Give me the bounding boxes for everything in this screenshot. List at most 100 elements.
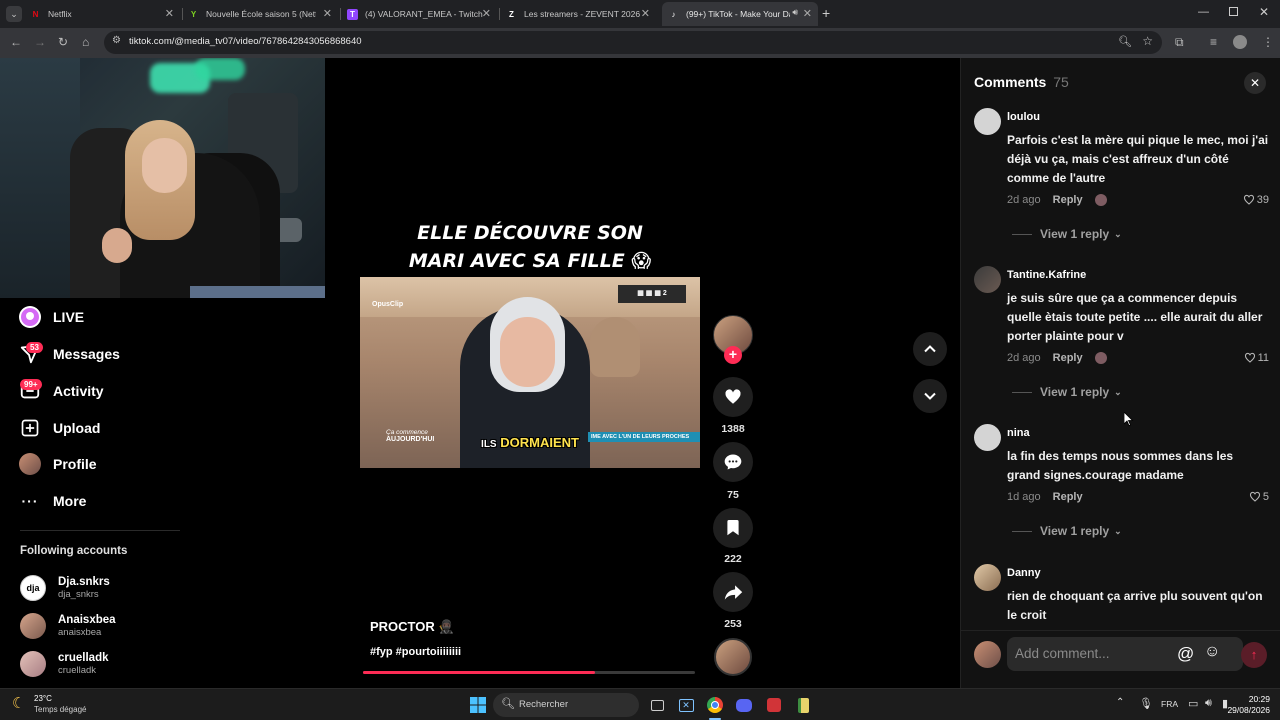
mention-icon[interactable]: @ <box>1177 644 1194 664</box>
audio-playing-icon[interactable]: 🔊︎ <box>792 7 798 18</box>
comment-button[interactable] <box>713 442 753 482</box>
volume-icon[interactable]: 🔊︎ <box>1205 697 1212 710</box>
chrome-app-icon[interactable] <box>706 696 724 714</box>
tab-zevent[interactable]: Z Les streamers - ZEVENT 2026 ✕ <box>506 2 656 26</box>
comment-username[interactable]: nina <box>1007 427 1030 439</box>
microphone-icon[interactable]: 🎙︎ <box>1139 697 1153 710</box>
chevron-down-icon <box>924 392 936 400</box>
following-account[interactable]: dja Dja.snkrs dja_snkrs <box>20 573 110 603</box>
office-app-icon[interactable] <box>765 696 783 714</box>
nav-more[interactable]: ··· More <box>18 488 87 514</box>
tab-search-button[interactable]: ⌄ <box>6 6 22 22</box>
network-icon[interactable]: ▭ <box>1188 697 1198 710</box>
profile-avatar-icon[interactable] <box>1233 35 1247 49</box>
keyboard-language[interactable]: FRA <box>1161 699 1178 709</box>
emoji-icon[interactable]: ☺ <box>1204 643 1220 661</box>
close-comments-button[interactable]: ✕ <box>1244 72 1266 94</box>
follow-plus-icon[interactable]: + <box>724 346 742 364</box>
tab-nouvelle-ecole[interactable]: Y Nouvelle École saison 5 (Netflix ✕ <box>188 2 338 26</box>
comment-avatar[interactable] <box>974 108 1001 135</box>
video-subtitle: ILS DORMAIENT <box>360 435 700 450</box>
weather-description[interactable]: Temps dégagé <box>34 705 86 714</box>
tab-netflix[interactable]: N Netflix ✕ <box>30 2 180 26</box>
more-icon: ··· <box>21 493 39 509</box>
tab-twitch[interactable]: T (4) VALORANT_EMEA - Twitch ✕ <box>347 2 497 26</box>
next-video-button[interactable] <box>913 379 947 413</box>
nav-upload[interactable]: Upload <box>18 415 100 441</box>
notepad-app-icon[interactable] <box>794 696 812 714</box>
sound-disc-avatar[interactable] <box>714 638 752 676</box>
browser-menu-icon[interactable]: ⋮ <box>1262 35 1274 49</box>
view-replies-button[interactable]: View 1 reply ⌄ <box>1012 227 1122 241</box>
comment-like-button[interactable]: 11 <box>1244 352 1269 364</box>
comment-input-placeholder: Add comment... <box>1015 646 1110 661</box>
close-tab-icon[interactable]: ✕ <box>803 7 812 20</box>
comment-avatar[interactable] <box>974 424 1001 451</box>
close-tab-icon[interactable]: ✕ <box>165 7 174 20</box>
comment-username[interactable]: Tantine.Kafrine <box>1007 269 1086 281</box>
minimize-window-icon[interactable]: — <box>1198 6 1209 18</box>
address-bar[interactable]: ⚙︎ tiktok.com/@media_tv07/video/76786428… <box>104 31 1162 54</box>
comment-input[interactable]: Add comment... @ ☺ <box>1007 637 1243 671</box>
video-frame[interactable]: OpusClip ▦ ▦ ▦ 2 Ça commence AUJOURD'HUI… <box>360 277 700 468</box>
account-handle: anaisxbea <box>58 627 102 638</box>
comment-avatar[interactable] <box>974 266 1001 293</box>
comment-like-button[interactable]: 5 <box>1249 491 1269 503</box>
close-tab-icon[interactable]: ✕ <box>482 7 491 20</box>
comment-like-button[interactable]: 39 <box>1243 194 1269 206</box>
like-button[interactable] <box>713 377 753 417</box>
netflix-favicon-icon: N <box>32 9 39 19</box>
back-icon[interactable]: ← <box>10 35 22 49</box>
media-controls-icon[interactable]: ≡ <box>1210 35 1217 49</box>
search-icon: 🔍︎ <box>501 698 515 710</box>
xbox-app-icon[interactable]: ✕ <box>677 696 695 714</box>
view-replies-button[interactable]: View 1 reply ⌄ <box>1012 524 1122 538</box>
account-handle: dja_snkrs <box>58 589 99 600</box>
maximize-window-icon[interactable] <box>1229 7 1238 16</box>
close-icon: ✕ <box>1249 76 1261 90</box>
reply-button[interactable]: Reply <box>1053 194 1083 206</box>
nav-live[interactable]: LIVE <box>18 304 84 330</box>
weather-moon-icon[interactable]: ☾ <box>12 694 25 712</box>
weather-temperature[interactable]: 23°C <box>34 694 52 703</box>
extensions-icon[interactable]: ⧉ <box>1175 35 1184 50</box>
comment-avatar[interactable] <box>974 564 1001 591</box>
post-comment-button[interactable]: ↑ <box>1241 642 1267 668</box>
view-replies-button[interactable]: View 1 reply ⌄ <box>1012 385 1122 399</box>
new-tab-button[interactable]: + <box>822 5 830 21</box>
home-icon[interactable]: ⌂ <box>82 35 89 49</box>
reply-button[interactable]: Reply <box>1053 352 1083 364</box>
tab-tiktok-active[interactable]: ♪ (99+) TikTok - Make Your Da 🔊︎ ✕ <box>662 2 818 26</box>
video-hashtags[interactable]: #fyp #pourtoiiiiiiii <box>370 646 461 658</box>
clock-time[interactable]: 20:29 <box>1246 694 1270 704</box>
windows-start-icon[interactable] <box>469 696 487 714</box>
task-view-icon[interactable] <box>648 696 666 714</box>
view-replies-label: View 1 reply <box>1040 227 1110 241</box>
video-author[interactable]: PROCTOR 🥷🏿 <box>370 619 455 635</box>
zoom-icon[interactable]: 🔍︎ <box>1118 35 1132 48</box>
clock-date[interactable]: 29/08/2026 <box>1226 705 1270 715</box>
comment-username[interactable]: Danny <box>1007 567 1041 579</box>
previous-video-button[interactable] <box>913 332 947 366</box>
close-tab-icon[interactable]: ✕ <box>641 7 650 20</box>
url-text[interactable]: tiktok.com/@media_tv07/video/76786428430… <box>129 36 362 47</box>
video-progress-track[interactable] <box>363 671 695 674</box>
site-info-icon[interactable]: ⚙︎ <box>112 35 121 46</box>
bookmark-star-icon[interactable]: ☆ <box>1142 34 1153 48</box>
following-account[interactable]: Anaisxbea anaisxbea <box>20 611 116 641</box>
comment-username[interactable]: loulou <box>1007 111 1040 123</box>
share-button[interactable] <box>713 572 753 612</box>
discord-app-icon[interactable] <box>735 696 753 714</box>
following-account[interactable]: cruelladk cruelladk <box>20 649 109 679</box>
heart-outline-icon <box>1249 491 1260 502</box>
reply-button[interactable]: Reply <box>1053 491 1083 503</box>
taskbar-search-box[interactable]: 🔍︎ Rechercher <box>493 693 639 717</box>
save-button[interactable] <box>713 508 753 548</box>
nav-profile[interactable]: Profile <box>18 451 97 477</box>
nav-label: Messages <box>53 346 120 362</box>
reload-icon[interactable]: ↻ <box>58 35 68 49</box>
forward-icon[interactable]: → <box>34 35 46 49</box>
close-window-icon[interactable]: ✕ <box>1259 5 1269 19</box>
hidden-icons-chevron-icon[interactable]: ⌃ <box>1116 697 1124 708</box>
close-tab-icon[interactable]: ✕ <box>323 7 332 20</box>
